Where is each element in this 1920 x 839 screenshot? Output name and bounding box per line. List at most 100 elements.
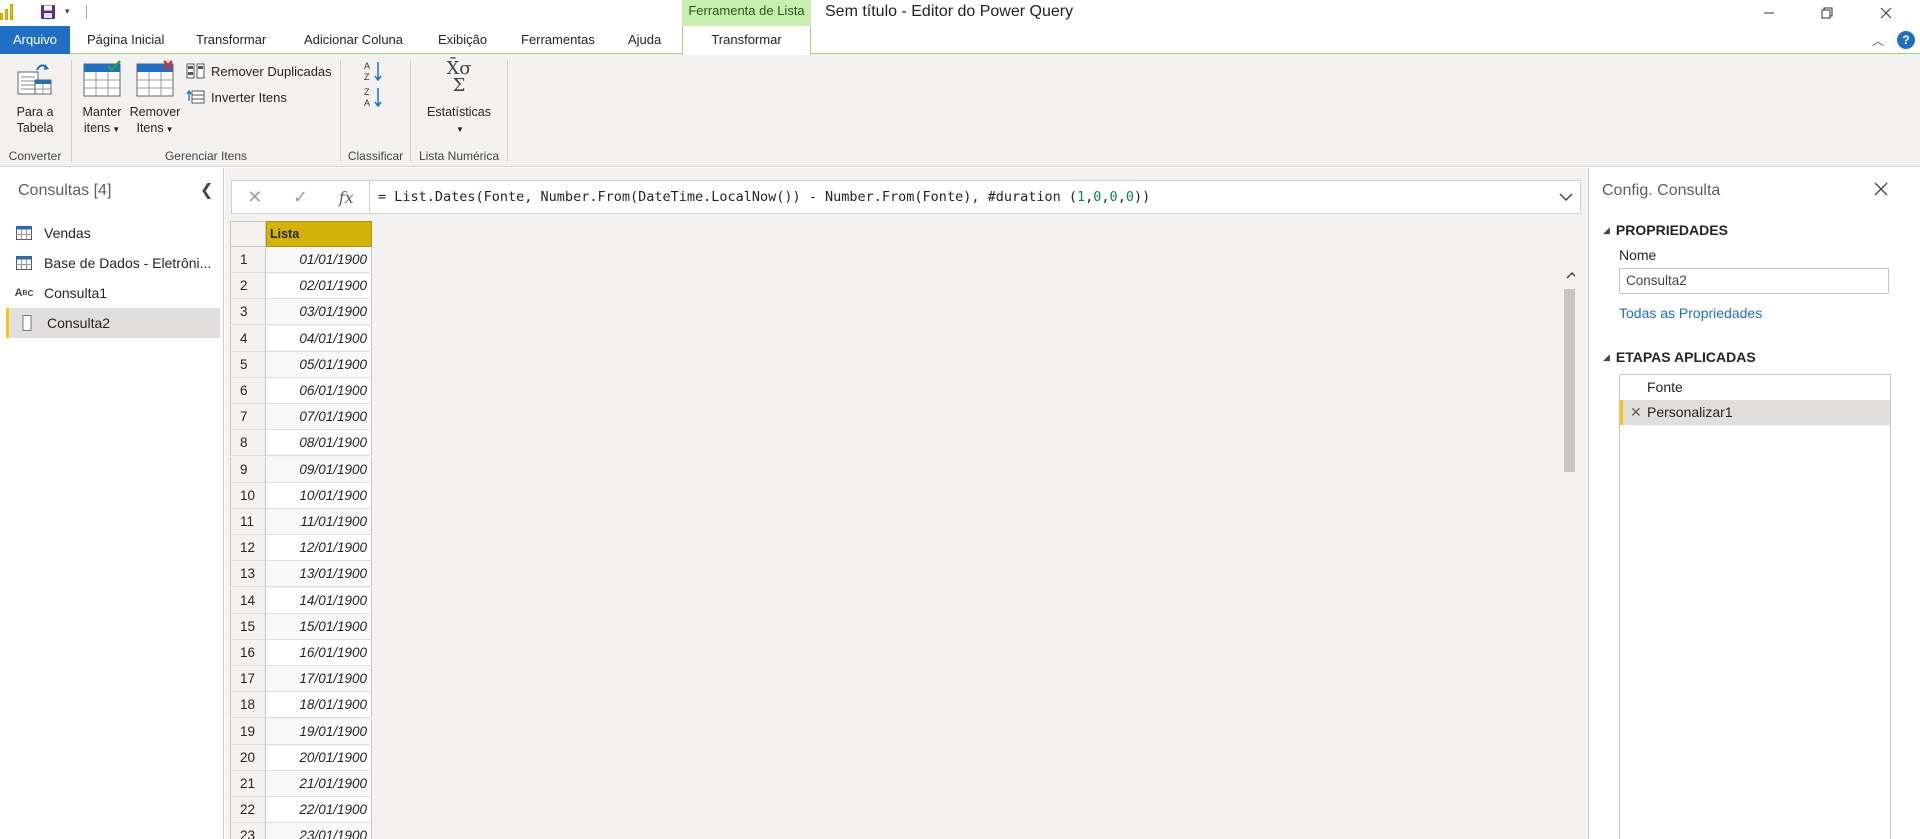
applied-step-personalizar1[interactable]: ✕ Personalizar1	[1620, 400, 1890, 425]
table-row[interactable]: 9 09/01/1900	[230, 456, 372, 483]
table-cell[interactable]: 13/01/1900	[266, 561, 372, 588]
table-cell[interactable]: 09/01/1900	[266, 456, 372, 483]
formula-input[interactable]: = List.Dates(Fonte, Number.From(DateTime…	[378, 189, 1150, 205]
row-number[interactable]: 13	[230, 561, 266, 588]
table-row[interactable]: 23 23/01/1900	[230, 823, 372, 839]
fx-icon[interactable]: fx	[339, 188, 354, 207]
table-row[interactable]: 7 07/01/1900	[230, 404, 372, 431]
row-number[interactable]: 21	[230, 771, 266, 797]
table-cell[interactable]: 12/01/1900	[266, 535, 372, 562]
row-number[interactable]: 14	[230, 587, 266, 614]
sort-ascending-button[interactable]: A Z	[363, 60, 385, 82]
keep-items-button[interactable]: Manter itens ▼	[76, 60, 128, 138]
table-cell[interactable]: 06/01/1900	[266, 378, 372, 404]
save-icon[interactable]	[40, 4, 56, 20]
table-cell[interactable]: 15/01/1900	[266, 613, 372, 640]
table-row[interactable]: 8 08/01/1900	[230, 430, 372, 457]
table-cell[interactable]: 21/01/1900	[266, 771, 372, 797]
table-cell[interactable]: 04/01/1900	[266, 325, 372, 352]
table-cell[interactable]: 02/01/1900	[266, 273, 372, 300]
tab-add-column[interactable]: Adicionar Coluna	[288, 26, 419, 54]
query-item-consulta1[interactable]: ABC Consulta1	[6, 278, 220, 308]
row-number[interactable]: 2	[230, 273, 266, 300]
row-number[interactable]: 22	[230, 797, 266, 824]
tab-list-transform[interactable]: Transformar	[682, 26, 811, 55]
table-row[interactable]: 15 15/01/1900	[230, 613, 372, 640]
row-number[interactable]: 12	[230, 535, 266, 562]
table-cell[interactable]: 07/01/1900	[266, 404, 372, 431]
row-number[interactable]: 20	[230, 744, 266, 771]
scrollbar-thumb[interactable]	[1564, 289, 1575, 472]
table-row[interactable]: 14 14/01/1900	[230, 587, 372, 614]
table-row[interactable]: 16 16/01/1900	[230, 640, 372, 666]
applied-step-fonte[interactable]: Fonte	[1620, 375, 1890, 400]
tab-transform[interactable]: Transformar	[180, 26, 282, 54]
applied-steps-section-header[interactable]: ◢ ETAPAS APLICADAS	[1603, 349, 1756, 365]
collapse-queries-icon[interactable]: ❮	[200, 180, 213, 200]
table-cell[interactable]: 17/01/1900	[266, 666, 372, 693]
row-number[interactable]: 8	[230, 430, 266, 457]
table-cell[interactable]: 08/01/1900	[266, 430, 372, 457]
row-number[interactable]: 6	[230, 378, 266, 404]
tab-help[interactable]: Ajuda	[612, 26, 677, 54]
query-item-base-de-dados[interactable]: Base de Dados - Eletrôni...	[6, 248, 220, 278]
table-row[interactable]: 13 13/01/1900	[230, 561, 372, 588]
remove-items-button[interactable]: Remover Itens ▼	[128, 60, 182, 138]
table-cell[interactable]: 20/01/1900	[266, 744, 372, 771]
table-row[interactable]: 5 05/01/1900	[230, 351, 372, 378]
tab-file[interactable]: Arquivo	[0, 26, 70, 54]
minimize-button[interactable]	[1746, 0, 1792, 26]
table-row[interactable]: 21 21/01/1900	[230, 771, 372, 797]
grid-corner[interactable]	[230, 221, 266, 247]
row-number[interactable]: 7	[230, 404, 266, 431]
table-row[interactable]: 1 01/01/1900	[230, 247, 372, 273]
row-number[interactable]: 5	[230, 351, 266, 378]
help-icon[interactable]: ?	[1897, 31, 1915, 49]
row-number[interactable]: 4	[230, 325, 266, 352]
table-row[interactable]: 19 19/01/1900	[230, 718, 372, 745]
sort-descending-button[interactable]: Z A	[363, 86, 385, 108]
tab-tools[interactable]: Ferramentas	[505, 26, 611, 54]
row-number[interactable]: 15	[230, 613, 266, 640]
table-row[interactable]: 4 04/01/1900	[230, 325, 372, 352]
delete-step-icon[interactable]: ✕	[1630, 400, 1642, 425]
statistics-button[interactable]: X̄σ Σ Estatísticas ▼	[419, 60, 499, 138]
query-name-input[interactable]: Consulta2	[1619, 268, 1889, 294]
row-number[interactable]: 19	[230, 718, 266, 745]
row-number[interactable]: 17	[230, 666, 266, 693]
row-number[interactable]: 3	[230, 299, 266, 326]
tab-view[interactable]: Exibição	[422, 26, 503, 54]
row-number[interactable]: 9	[230, 456, 266, 483]
expand-formula-bar-icon[interactable]	[1558, 189, 1574, 205]
table-cell[interactable]: 05/01/1900	[266, 351, 372, 378]
table-row[interactable]: 3 03/01/1900	[230, 299, 372, 326]
quick-access-dropdown-icon[interactable]: ▾	[65, 6, 70, 17]
row-number[interactable]: 1	[230, 247, 266, 273]
all-properties-link[interactable]: Todas as Propriedades	[1619, 305, 1762, 321]
table-cell[interactable]: 18/01/1900	[266, 692, 372, 719]
vertical-scrollbar[interactable]	[1563, 267, 1575, 839]
to-table-button[interactable]: Para a Tabela	[4, 60, 66, 136]
restore-button[interactable]	[1804, 0, 1850, 26]
query-item-vendas[interactable]: Vendas	[6, 218, 220, 248]
cancel-formula-icon[interactable]: ✕	[247, 187, 262, 208]
table-row[interactable]: 11 11/01/1900	[230, 509, 372, 535]
tab-home[interactable]: Página Inicial	[71, 26, 180, 54]
reverse-items-button[interactable]: Inverter Itens	[186, 86, 287, 108]
commit-formula-icon[interactable]: ✓	[293, 187, 308, 208]
row-number[interactable]: 18	[230, 692, 266, 719]
close-window-button[interactable]	[1863, 0, 1909, 26]
row-number[interactable]: 11	[230, 509, 266, 535]
table-cell[interactable]: 19/01/1900	[266, 718, 372, 745]
properties-section-header[interactable]: ◢ PROPRIEDADES	[1603, 222, 1728, 238]
table-row[interactable]: 12 12/01/1900	[230, 535, 372, 562]
remove-duplicates-button[interactable]: Remover Duplicadas	[186, 60, 332, 82]
table-cell[interactable]: 23/01/1900	[266, 823, 372, 839]
table-row[interactable]: 2 02/01/1900	[230, 273, 372, 300]
table-cell[interactable]: 14/01/1900	[266, 587, 372, 614]
table-row[interactable]: 18 18/01/1900	[230, 692, 372, 719]
close-settings-icon[interactable]	[1872, 180, 1890, 198]
collapse-ribbon-icon[interactable]: ︿	[1872, 32, 1884, 49]
table-row[interactable]: 10 10/01/1900	[230, 482, 372, 509]
row-number[interactable]: 23	[230, 823, 266, 839]
